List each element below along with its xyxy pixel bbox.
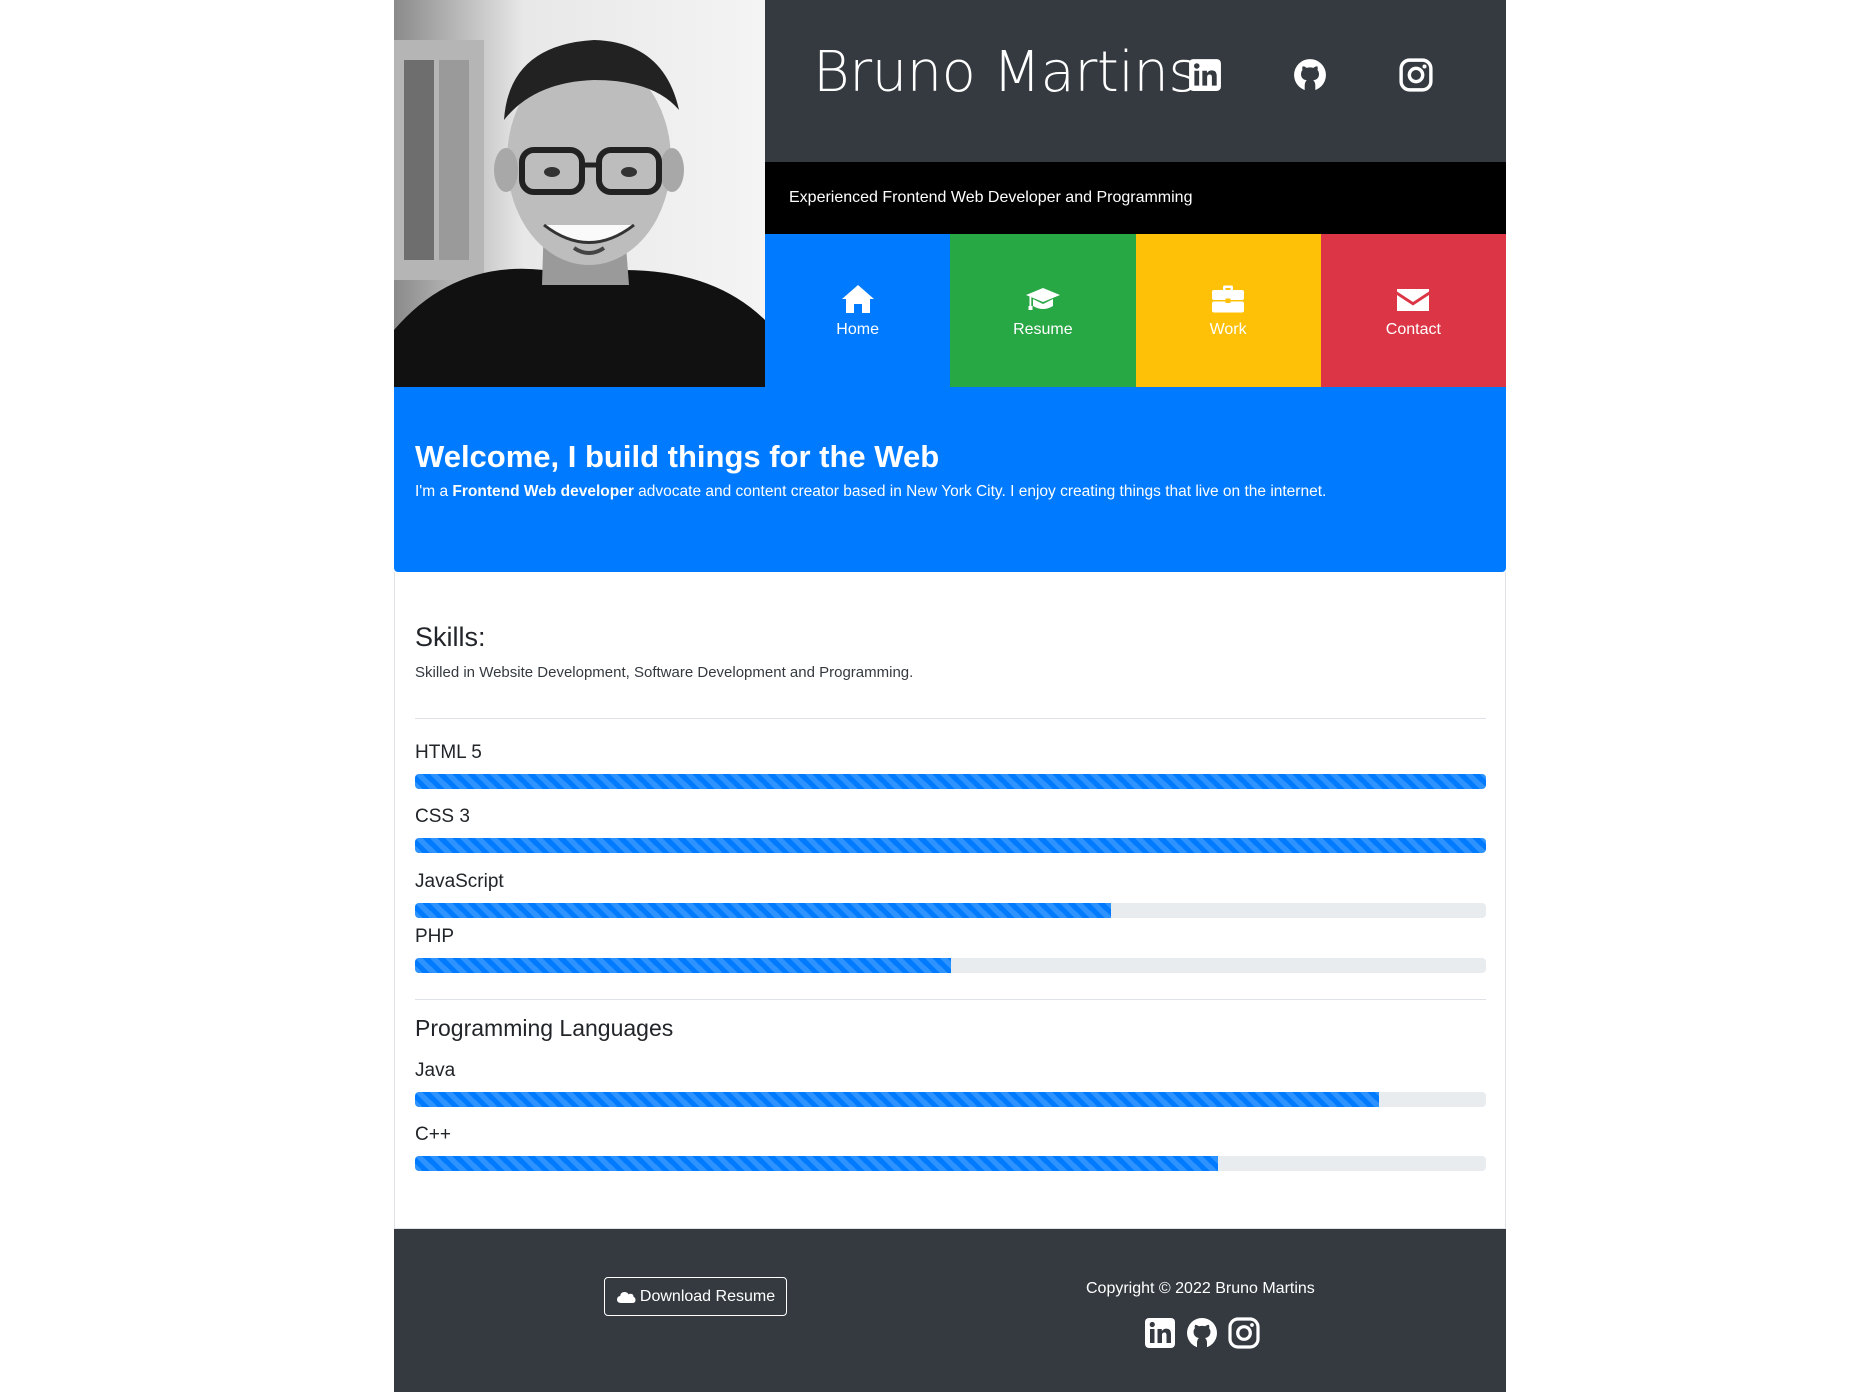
linkedin-icon[interactable] <box>1188 58 1222 92</box>
skill-bar-fill-cpp <box>415 1156 1219 1171</box>
site-name: Bruno Martins <box>813 40 1198 105</box>
main-nav: Home Resume Work Contact <box>765 234 1506 387</box>
skill-bar-html <box>415 774 1486 789</box>
github-icon[interactable] <box>1186 1317 1218 1349</box>
nav-contact-label: Contact <box>1385 320 1441 338</box>
skills-card: Skills: Skilled in Website Development, … <box>394 572 1506 1229</box>
copyright: Copyright © 2022 Bruno Martins <box>1086 1280 1315 1297</box>
skill-label-css: CSS 3 <box>415 806 470 827</box>
nav-home[interactable]: Home <box>765 234 951 387</box>
cloud-icon <box>616 1291 636 1303</box>
nav-work-label: Work <box>1209 320 1247 338</box>
name-bar: Bruno Martins <box>765 0 1506 162</box>
skill-label-php: PHP <box>415 926 455 947</box>
skill-bar-fill-html <box>415 774 1486 789</box>
divider <box>415 999 1486 1000</box>
programming-title: Programming Languages <box>415 1015 674 1041</box>
download-resume-label: Download Resume <box>639 1287 776 1305</box>
github-icon[interactable] <box>1293 58 1327 92</box>
nav-contact[interactable]: Contact <box>1320 234 1506 387</box>
skill-label-cpp: C++ <box>415 1124 451 1145</box>
instagram-icon[interactable] <box>1228 1317 1260 1349</box>
skill-bar-css <box>415 838 1486 853</box>
skill-label-html: HTML 5 <box>415 742 482 763</box>
skill-label-java: Java <box>415 1060 456 1081</box>
home-icon <box>841 284 874 313</box>
nav-home-label: Home <box>836 320 879 338</box>
welcome-text-bold: Frontend Web developer <box>452 483 634 500</box>
skills-title: Skills: <box>415 622 486 652</box>
page: Bruno Martins Experienced Frontend Web D… <box>394 0 1506 1392</box>
skill-label-javascript: JavaScript <box>415 871 504 892</box>
welcome-title: Welcome, I build things for the Web <box>415 439 940 474</box>
skill-bar-java <box>415 1092 1486 1107</box>
welcome-jumbotron: Welcome, I build things for the Web I'm … <box>394 387 1506 572</box>
welcome-text-prefix: I'm a <box>415 483 453 500</box>
skill-bar-php <box>415 958 1486 973</box>
envelope-icon <box>1397 288 1430 311</box>
skill-bar-javascript <box>415 903 1486 918</box>
skill-bar-fill-javascript <box>415 903 1112 918</box>
divider <box>415 718 1486 719</box>
skill-bar-fill-css <box>415 838 1486 853</box>
download-resume-button[interactable]: Download Resume <box>604 1277 787 1316</box>
skill-bar-fill-java <box>415 1092 1379 1107</box>
graduation-cap-icon <box>1025 287 1060 310</box>
nav-resume-label: Resume <box>1013 320 1073 338</box>
tagline: Experienced Frontend Web Developer and P… <box>789 189 1193 206</box>
nav-resume[interactable]: Resume <box>950 234 1136 387</box>
skill-bar-fill-php <box>415 958 951 973</box>
welcome-text: I'm a Frontend Web developer advocate an… <box>415 483 1485 501</box>
nav-work[interactable]: Work <box>1135 234 1321 387</box>
instagram-icon[interactable] <box>1399 58 1433 92</box>
skill-bar-cpp <box>415 1156 1486 1171</box>
tagline-bar: Experienced Frontend Web Developer and P… <box>765 162 1506 234</box>
welcome-text-suffix: advocate and content creator based in Ne… <box>633 483 1327 500</box>
skills-description: Skilled in Website Development, Software… <box>415 664 914 681</box>
profile-photo <box>394 0 765 387</box>
briefcase-icon <box>1212 285 1245 312</box>
footer: Download Resume Copyright © 2022 Bruno M… <box>394 1229 1506 1392</box>
linkedin-icon[interactable] <box>1144 1317 1176 1349</box>
header: Bruno Martins Experienced Frontend Web D… <box>394 0 1506 387</box>
